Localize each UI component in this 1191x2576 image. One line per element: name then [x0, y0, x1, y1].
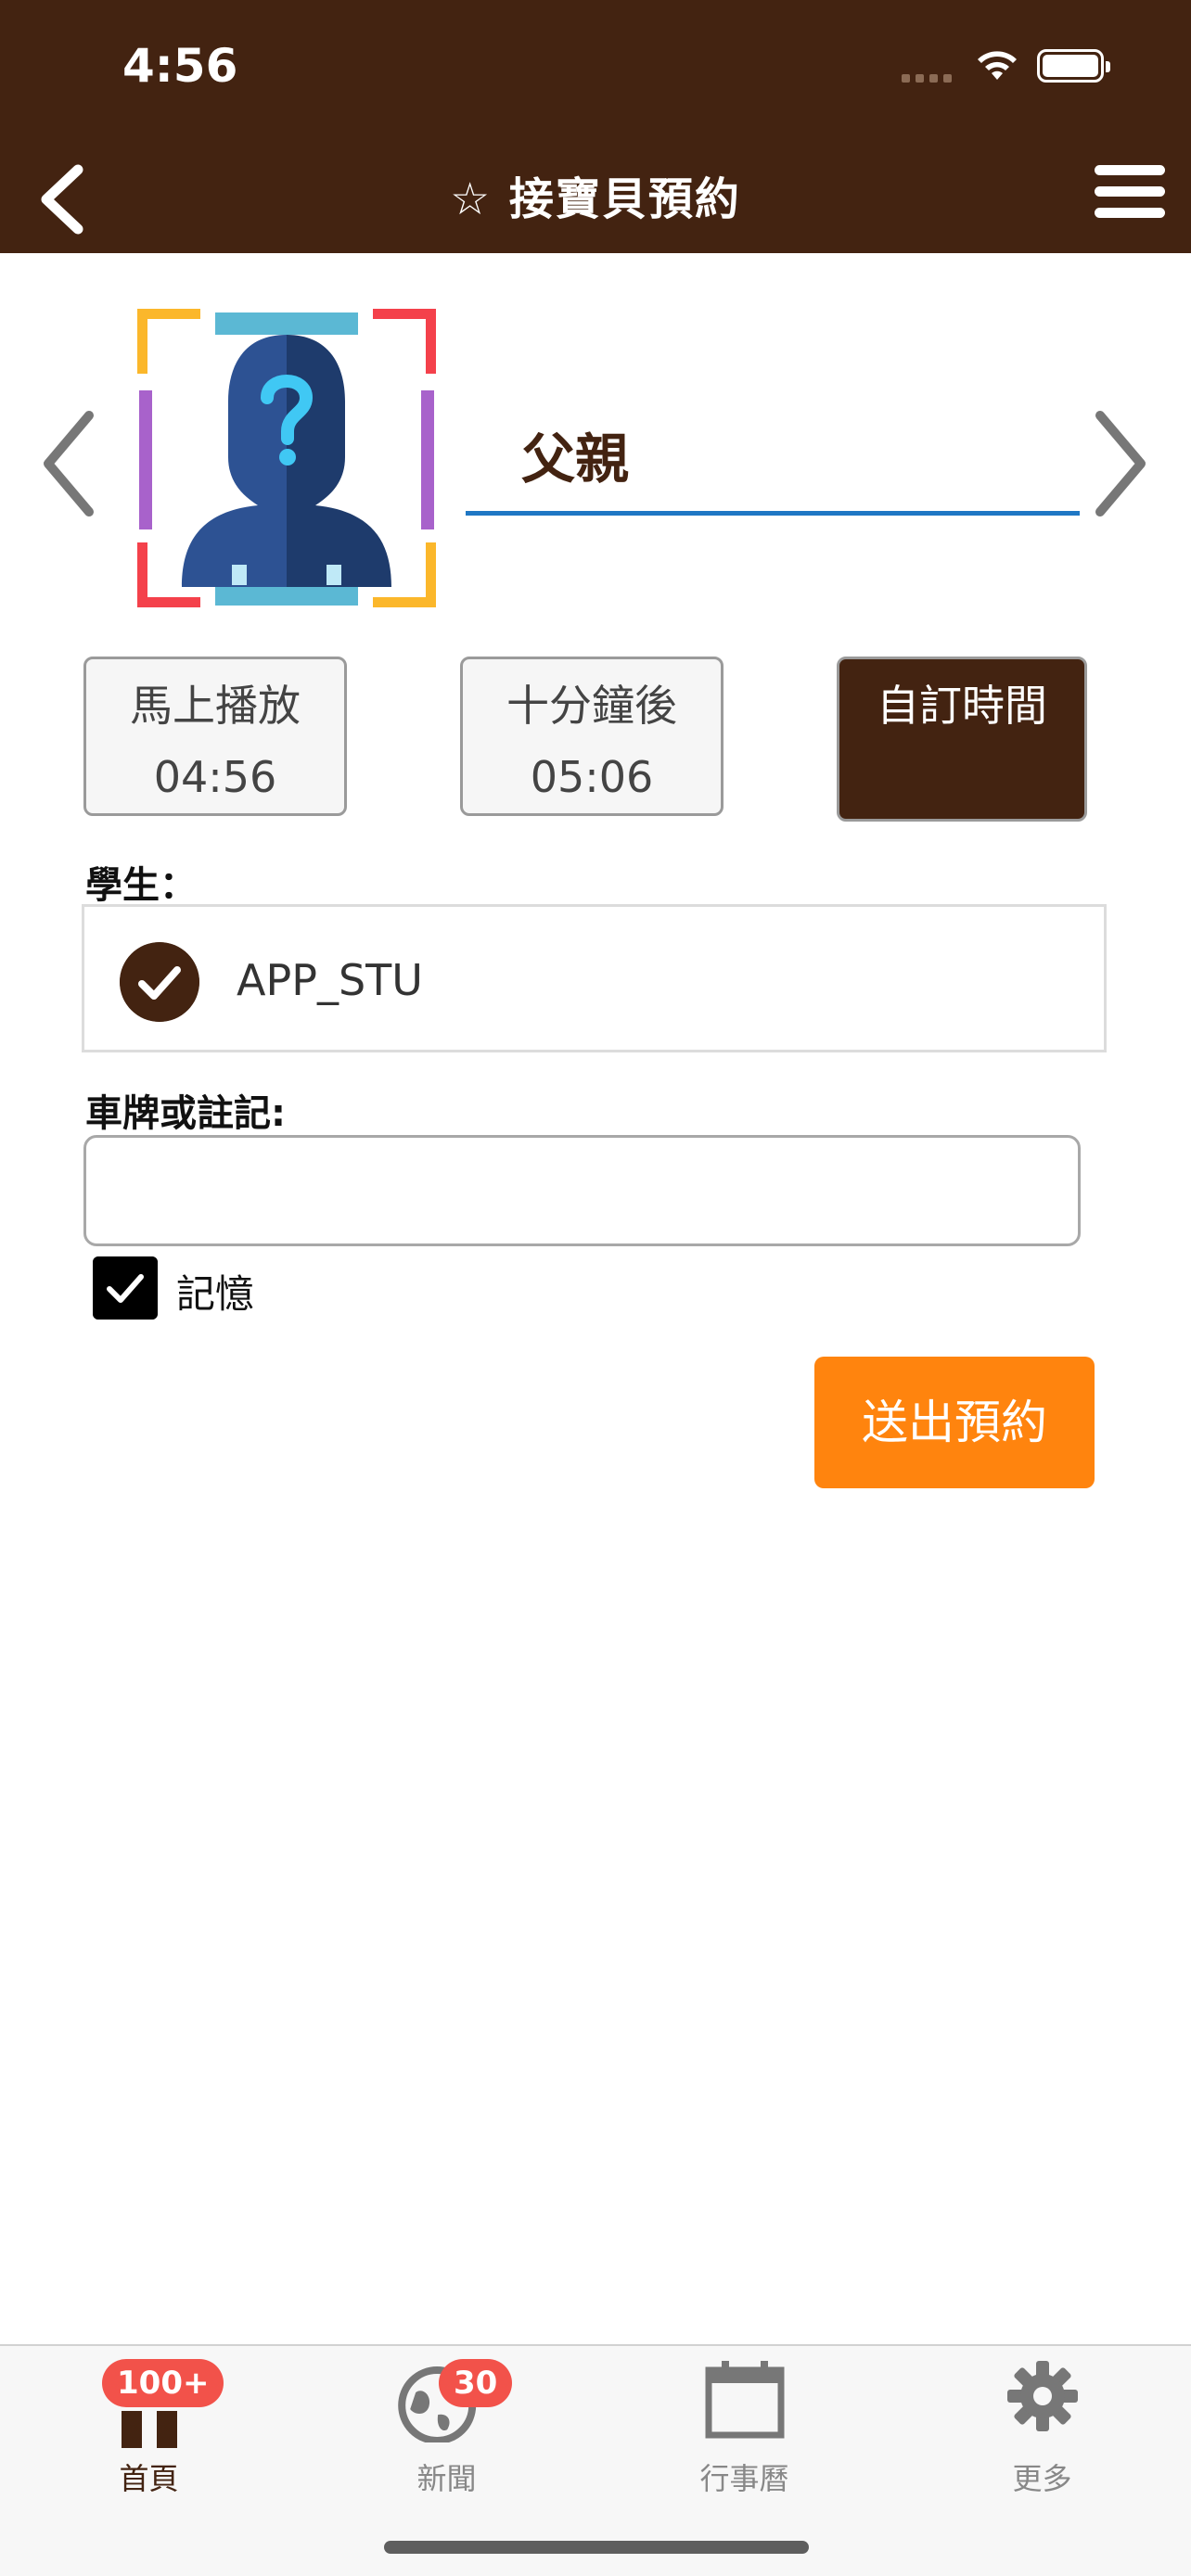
plate-note-input[interactable]: [83, 1135, 1081, 1246]
student-list-item[interactable]: APP_STU: [82, 904, 1107, 1052]
menu-button[interactable]: [1095, 165, 1165, 219]
note-section-label: 車牌或註記:: [85, 1092, 286, 1135]
custom-time-label: 自訂時間: [877, 681, 1047, 731]
remember-label: 記憶: [176, 1271, 255, 1317]
unknown-person-avatar-icon: [137, 309, 436, 607]
custom-time-button[interactable]: 自訂時間: [837, 657, 1087, 822]
menu-icon: [1095, 165, 1165, 175]
tab-calendar[interactable]: 行事曆: [596, 2346, 893, 2504]
status-time: 4:56: [122, 39, 238, 93]
play-now-button[interactable]: 馬上播放 04:56: [83, 657, 347, 816]
student-name: APP_STU: [237, 955, 423, 1005]
battery-icon: [1037, 49, 1110, 83]
student-selected-check-icon[interactable]: [120, 942, 199, 1022]
next-parent-button[interactable]: [1093, 408, 1148, 519]
previous-parent-button[interactable]: [41, 408, 96, 519]
ten-minutes-later-button[interactable]: 十分鐘後 05:06: [460, 657, 724, 816]
tab-calendar-label: 行事曆: [699, 2461, 789, 2496]
home-badge: 100+: [102, 2359, 224, 2407]
home-indicator[interactable]: [384, 2541, 809, 2554]
wifi-icon: [978, 51, 1017, 80]
submit-reservation-button[interactable]: 送出預約: [814, 1357, 1095, 1488]
tab-more[interactable]: 更多: [893, 2346, 1191, 2504]
calendar-icon: [705, 2361, 784, 2439]
tab-more-label: 更多: [1012, 2461, 1072, 2496]
tab-home[interactable]: 100+ 首頁: [0, 2346, 298, 2504]
remember-checkbox[interactable]: [93, 1256, 158, 1320]
play-now-label: 馬上播放: [130, 681, 301, 731]
news-badge: 30: [439, 2359, 513, 2407]
ten-minutes-later-time: 05:06: [530, 752, 654, 802]
page-title: ☆ 接寶貝預約: [450, 173, 741, 225]
ten-minutes-later-label: 十分鐘後: [506, 681, 677, 731]
tab-news-label: 新聞: [416, 2461, 477, 2496]
play-now-time: 04:56: [153, 752, 277, 802]
parent-name[interactable]: 父親: [521, 415, 629, 493]
parent-name-underline: [466, 511, 1080, 516]
tab-news[interactable]: 30 新聞: [298, 2346, 596, 2504]
tab-home-label: 首頁: [119, 2461, 179, 2496]
app-header: 4:56 ☆ 接寶貝預約: [0, 0, 1191, 253]
student-section-label: 學生：: [85, 864, 197, 907]
cellular-signal-icon: [902, 74, 952, 83]
gear-icon: [1006, 2361, 1078, 2431]
